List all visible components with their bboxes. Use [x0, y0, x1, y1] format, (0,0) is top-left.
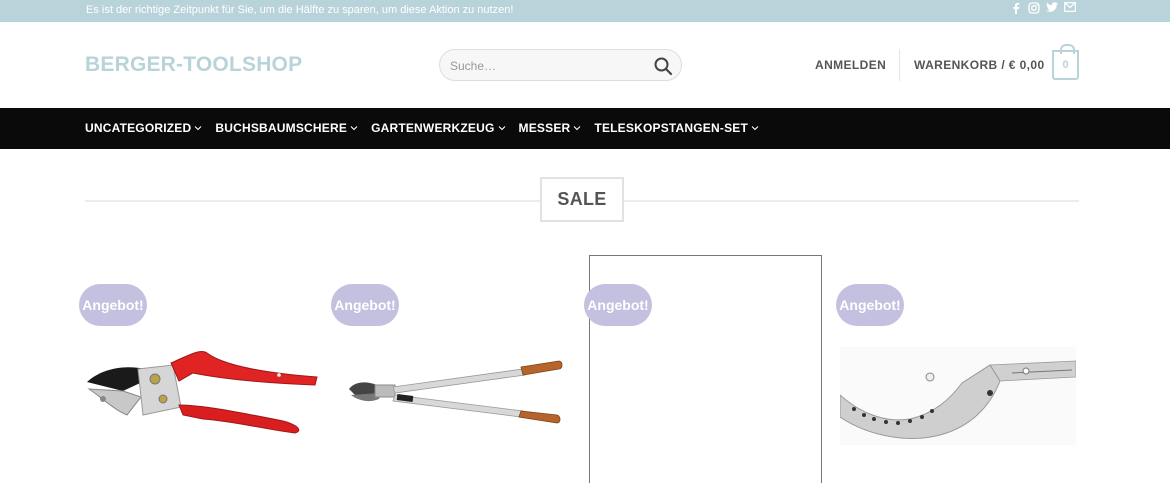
search-icon[interactable] — [653, 56, 673, 76]
nav-item-uncategorized[interactable]: UNCATEGORIZED — [85, 121, 202, 135]
chevron-down-icon — [195, 126, 202, 131]
nav-item-label: MESSER — [518, 121, 571, 135]
nav-item-label: TELESKOPSTANGEN-SET — [594, 121, 749, 135]
section-header: SALE — [85, 177, 1079, 222]
promo-message: Es ist der richtige Zeitpunkt für Sie, u… — [86, 4, 514, 16]
chevron-down-icon — [574, 126, 581, 131]
chevron-down-icon — [751, 126, 759, 131]
nav-item-buchsbaumschere[interactable]: BUCHSBAUMSCHERE — [215, 121, 358, 135]
login-link[interactable]: ANMELDEN — [815, 58, 886, 72]
search-input[interactable] — [450, 57, 650, 74]
email-icon[interactable] — [1064, 2, 1076, 16]
nav-item-messer[interactable]: MESSER — [519, 121, 582, 135]
sale-badge: Angebot! — [836, 284, 904, 326]
twitter-icon[interactable] — [1046, 2, 1058, 16]
product-image-pruning-saw[interactable] — [840, 347, 1076, 445]
header-divider — [899, 49, 900, 81]
product-image-lopper[interactable] — [345, 359, 565, 429]
header: BERGER-TOOLSHOP ANMELDEN WARENKORB / € 0… — [0, 22, 1170, 108]
chevron-down-icon — [350, 126, 358, 131]
section-title: SALE — [540, 177, 624, 222]
main-nav: UNCATEGORIZED BUCHSBAUMSCHERE GARTENWERK… — [0, 108, 1170, 149]
instagram-icon[interactable] — [1028, 2, 1040, 16]
nav-item-gartenwerkzeug[interactable]: GARTENWERKZEUG — [371, 121, 505, 135]
nav-item-label: UNCATEGORIZED — [85, 121, 192, 135]
cart-link[interactable]: WARENKORB / € 0,00 — [914, 58, 1045, 72]
product-card[interactable]: Angebot! — [836, 255, 1076, 483]
nav-list: UNCATEGORIZED BUCHSBAUMSCHERE GARTENWERK… — [85, 121, 759, 135]
sale-badge: Angebot! — [331, 284, 399, 326]
facebook-icon[interactable] — [1010, 2, 1022, 16]
product-card[interactable]: Angebot! — [79, 255, 318, 483]
nav-item-label: GARTENWERKZEUG — [371, 121, 495, 135]
cart-count: 0 — [1062, 59, 1069, 71]
top-bar: Es ist der richtige Zeitpunkt für Sie, u… — [0, 0, 1170, 22]
nav-item-teleskopstangen-set[interactable]: TELESKOPSTANGEN-SET — [594, 121, 759, 135]
product-card-highlighted[interactable]: Angebot! — [584, 255, 822, 483]
nav-item-label: BUCHSBAUMSCHERE — [215, 121, 348, 135]
cart-bag-icon[interactable]: 0 — [1052, 44, 1079, 80]
product-image-pruning-shears[interactable] — [83, 347, 319, 437]
site-logo[interactable]: BERGER-TOOLSHOP — [85, 53, 302, 77]
social-icons — [1010, 2, 1076, 16]
product-card[interactable]: Angebot! — [331, 255, 565, 483]
sale-badge: Angebot! — [79, 284, 147, 326]
search-box — [439, 49, 682, 81]
sale-badge: Angebot! — [584, 284, 652, 326]
chevron-down-icon — [498, 126, 505, 131]
